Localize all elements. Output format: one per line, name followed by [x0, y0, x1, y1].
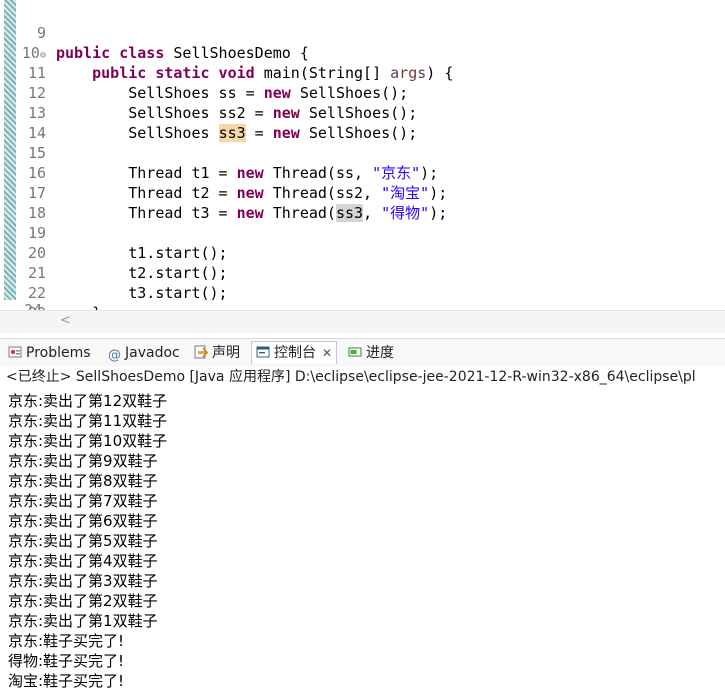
- code-line-17: 17 Thread t3 = new Thread(ss3, "得物");: [0, 163, 725, 222]
- code-line-21: 21 t3.start();: [0, 243, 725, 302]
- tab-label: 声明: [212, 345, 240, 361]
- code-line-12: 12 SellShoes ss2 = new SellShoes();: [0, 63, 725, 122]
- output-line: 得物:鞋子买完了!: [8, 652, 125, 670]
- code-line-13: 13 SellShoes ss3 = new SellShoes();: [0, 83, 725, 142]
- code-line-23: 23 }: [0, 283, 725, 310]
- tab-javadoc[interactable]: @ Javadoc: [108, 343, 180, 363]
- code-line-11: 11 SellShoes ss = new SellShoes();: [0, 43, 725, 102]
- output-line: 京东:卖出了第2双鞋子: [8, 592, 158, 610]
- progress-icon: [348, 347, 362, 357]
- tab-label: 进度: [366, 345, 394, 361]
- declaration-icon: [194, 345, 208, 359]
- output-line: 京东:卖出了第9双鞋子: [8, 452, 158, 470]
- code-editor[interactable]: 9 public class SellShoesDemo { 10⊖ publi…: [0, 0, 725, 310]
- output-line: 淘宝:鞋子买完了!: [8, 672, 125, 690]
- problems-icon: [8, 346, 22, 358]
- code-line-19: 19 t1.start();: [0, 203, 725, 262]
- code-line-9: 9 public class SellShoesDemo {: [0, 3, 725, 62]
- output-line: 京东:卖出了第1双鞋子: [8, 612, 158, 630]
- code-line-20: 20 t2.start();: [0, 223, 725, 282]
- output-line: 京东:卖出了第3双鞋子: [8, 572, 158, 590]
- output-line: 京东:鞋子买完了!: [8, 632, 125, 650]
- tab-label: Javadoc: [125, 345, 180, 361]
- scroll-left-arrow-icon[interactable]: <: [60, 313, 71, 328]
- console-status-line: <已终止> SellShoesDemo [Java 应用程序] D:\eclip…: [0, 367, 725, 389]
- output-line: 京东:卖出了第4双鞋子: [8, 552, 158, 570]
- output-line: 京东:卖出了第11双鞋子: [8, 412, 168, 430]
- code-line-15: 15 Thread t1 = new Thread(ss, "京东");: [0, 123, 725, 182]
- console-icon: [256, 346, 270, 358]
- output-line: 京东:卖出了第6双鞋子: [8, 512, 158, 530]
- horizontal-scrollbar[interactable]: <: [0, 310, 725, 333]
- code-line-22: 22 }: [0, 263, 725, 310]
- output-line: 京东:卖出了第12双鞋子: [8, 392, 168, 410]
- tab-label: Problems: [26, 345, 91, 361]
- tab-progress[interactable]: 进度: [348, 343, 394, 363]
- output-line: 京东:卖出了第10双鞋子: [8, 432, 168, 450]
- tab-problems[interactable]: Problems: [8, 343, 91, 363]
- code-line-18: 18: [0, 183, 725, 222]
- tab-console[interactable]: 控制台 ✕: [251, 341, 338, 364]
- code-line-16: 16 Thread t2 = new Thread(ss2, "淘宝");: [0, 143, 725, 202]
- code-line-14: 14: [0, 103, 725, 142]
- output-line: 京东:卖出了第8双鞋子: [8, 472, 158, 490]
- view-tab-bar: Problems @ Javadoc 声明 控制台 ✕ 进度: [0, 338, 725, 368]
- javadoc-icon: @: [108, 348, 121, 363]
- line-number-partial: 24: [24, 301, 43, 310]
- close-icon[interactable]: ✕: [322, 346, 332, 360]
- console-output[interactable]: 京东:卖出了第12双鞋子 京东:卖出了第11双鞋子 京东:卖出了第10双鞋子 京…: [0, 391, 725, 698]
- output-line: 京东:卖出了第5双鞋子: [8, 532, 158, 550]
- code-line-10: 10⊖ public static void main(String[] arg…: [0, 23, 725, 82]
- tab-label: 控制台: [274, 345, 316, 361]
- tab-declaration[interactable]: 声明: [194, 343, 240, 363]
- console-header-text: <已终止> SellShoesDemo [Java 应用程序] D:\eclip…: [6, 369, 696, 385]
- output-line: 京东:卖出了第7双鞋子: [8, 492, 158, 510]
